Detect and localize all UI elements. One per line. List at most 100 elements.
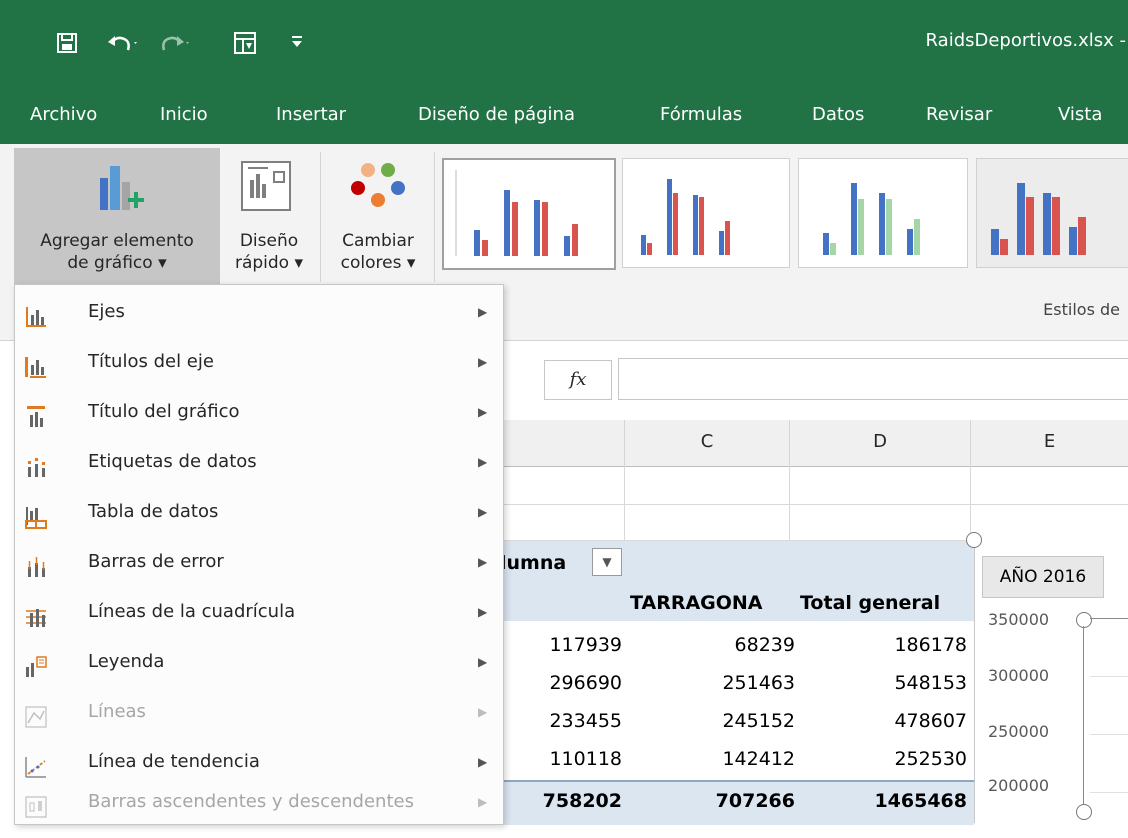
trendline-icon bbox=[24, 750, 48, 778]
tab-diseno-de-pagina[interactable]: Diseño de página bbox=[418, 104, 575, 125]
pivot-cell[interactable]: 296690 bbox=[500, 672, 622, 694]
chart-style-2[interactable] bbox=[622, 158, 790, 268]
error-bars-icon bbox=[24, 550, 48, 577]
plot-area-border bbox=[1083, 626, 1084, 804]
menu-item-etiquetas-de-datos[interactable]: Etiquetas de datos ▶ bbox=[18, 438, 502, 486]
plot-area-handle[interactable] bbox=[1076, 804, 1092, 820]
quick-layout-label-line1: Diseño bbox=[239, 231, 299, 251]
y-axis-tick: 250000 bbox=[988, 722, 1050, 741]
change-colors-button[interactable]: Cambiar colores ▾ bbox=[326, 148, 430, 284]
pivot-cell[interactable]: 110118 bbox=[500, 748, 622, 770]
column-header-d[interactable]: D bbox=[790, 420, 971, 467]
legend-icon bbox=[24, 650, 48, 677]
pivot-cell[interactable]: 68239 bbox=[625, 634, 795, 656]
pivot-cell[interactable]: 252530 bbox=[795, 748, 967, 770]
submenu-arrow-icon: ▶ bbox=[478, 705, 488, 719]
grid-col-line bbox=[789, 466, 790, 540]
menu-item-lineas: Líneas ▶ bbox=[18, 688, 502, 736]
form-icon[interactable] bbox=[234, 32, 256, 59]
add-chart-element-button[interactable]: Agregar elemento de gráfico ▾ bbox=[14, 148, 220, 284]
menu-item-label: Barras de error bbox=[88, 551, 224, 572]
submenu-arrow-icon: ▶ bbox=[478, 795, 488, 809]
grid-col-line bbox=[970, 466, 971, 540]
tab-formulas[interactable]: Fórmulas bbox=[660, 104, 742, 125]
menu-item-titulo-del-grafico[interactable]: Título del gráfico ▶ bbox=[18, 388, 502, 436]
y-axis-tick: 200000 bbox=[988, 776, 1050, 795]
y-axis-tick: 350000 bbox=[988, 610, 1050, 629]
save-icon[interactable] bbox=[56, 32, 78, 59]
menu-item-titulos-del-eje[interactable]: Títulos del eje ▶ bbox=[18, 338, 502, 386]
column-header-b[interactable] bbox=[500, 420, 625, 467]
tab-archivo[interactable]: Archivo bbox=[30, 104, 97, 125]
submenu-arrow-icon: ▶ bbox=[478, 455, 488, 469]
chart-gridline bbox=[1090, 676, 1128, 677]
redo-icon[interactable] bbox=[158, 32, 192, 59]
menu-item-leyenda[interactable]: Leyenda ▶ bbox=[18, 638, 502, 686]
tab-inicio[interactable]: Inicio bbox=[160, 104, 208, 125]
submenu-arrow-icon: ▶ bbox=[478, 405, 488, 419]
column-header-c[interactable]: C bbox=[625, 420, 790, 467]
up-down-bars-icon bbox=[24, 790, 48, 818]
menu-item-ejes[interactable]: Ejes ▶ bbox=[18, 288, 502, 336]
chart-gridline bbox=[1090, 734, 1128, 735]
tab-datos[interactable]: Datos bbox=[812, 104, 864, 125]
tab-vista[interactable]: Vista bbox=[1058, 104, 1102, 125]
menu-item-lineas-de-la-cuadricula[interactable]: Líneas de la cuadrícula ▶ bbox=[18, 588, 502, 636]
chart-title-icon bbox=[24, 400, 48, 427]
quick-layout-icon bbox=[224, 148, 314, 230]
pivot-cell[interactable]: 142412 bbox=[625, 748, 795, 770]
add-chart-element-icon bbox=[14, 148, 220, 230]
pivot-cell[interactable]: 117939 bbox=[500, 634, 622, 656]
pivot-total-cell[interactable]: 758202 bbox=[500, 790, 622, 812]
lines-icon bbox=[24, 700, 48, 728]
plot-area-handle[interactable] bbox=[1076, 612, 1092, 628]
pivot-cell[interactable]: 548153 bbox=[795, 672, 967, 694]
quick-layout-button[interactable]: Diseño rápido ▾ bbox=[224, 148, 314, 284]
submenu-arrow-icon: ▶ bbox=[478, 305, 488, 319]
pivot-cell[interactable]: 251463 bbox=[625, 672, 795, 694]
insert-function-button[interactable]: fx bbox=[544, 360, 612, 400]
tab-insertar[interactable]: Insertar bbox=[276, 104, 346, 125]
menu-item-label: Líneas bbox=[88, 701, 146, 722]
tab-revisar[interactable]: Revisar bbox=[926, 104, 992, 125]
chart-style-1[interactable] bbox=[442, 158, 616, 270]
menu-item-barras-de-error[interactable]: Barras de error ▶ bbox=[18, 538, 502, 586]
chart-styles-group-label: Estilos de bbox=[1043, 300, 1120, 319]
pivot-header-total: Total general bbox=[800, 592, 941, 614]
submenu-arrow-icon: ▶ bbox=[478, 655, 488, 669]
menu-item-tabla-de-datos[interactable]: Tabla de datos ▶ bbox=[18, 488, 502, 536]
pivot-cell[interactable]: 478607 bbox=[795, 710, 967, 732]
grid-col-line bbox=[624, 466, 625, 540]
pivot-total-cell[interactable]: 1465468 bbox=[795, 790, 967, 812]
chart-resize-handle[interactable] bbox=[966, 532, 982, 548]
pivot-cell[interactable]: 245152 bbox=[625, 710, 795, 732]
customize-qat-icon[interactable] bbox=[290, 32, 304, 56]
pivot-cell[interactable]: 186178 bbox=[795, 634, 967, 656]
axes-icon bbox=[24, 300, 48, 327]
submenu-arrow-icon: ▶ bbox=[478, 355, 488, 369]
pivot-cell[interactable]: 233455 bbox=[500, 710, 622, 732]
chart-gridline bbox=[1090, 792, 1128, 793]
undo-icon[interactable] bbox=[106, 32, 140, 59]
menu-item-label: Leyenda bbox=[88, 651, 165, 672]
quick-layout-label-line2: rápido ▾ bbox=[234, 253, 304, 273]
chart-style-3[interactable] bbox=[798, 158, 968, 268]
column-header-e[interactable]: E bbox=[971, 420, 1128, 467]
formula-input[interactable] bbox=[618, 358, 1128, 400]
pivot-column-label: lumna bbox=[500, 552, 567, 574]
chart-style-4[interactable] bbox=[976, 158, 1128, 268]
add-chart-element-label-line1: Agregar elemento bbox=[40, 231, 194, 251]
add-chart-element-label-line2: de gráfico ▾ bbox=[67, 253, 167, 273]
menu-item-label: Tabla de datos bbox=[88, 501, 219, 522]
submenu-arrow-icon: ▶ bbox=[478, 605, 488, 619]
pivot-total-cell[interactable]: 707266 bbox=[625, 790, 795, 812]
ribbon-tab-bar: Archivo Inicio Insertar Diseño de página… bbox=[0, 88, 1128, 144]
change-colors-label-line2: colores ▾ bbox=[340, 253, 416, 273]
data-labels-icon bbox=[24, 450, 48, 477]
menu-item-label: Título del gráfico bbox=[88, 401, 240, 422]
menu-item-label: Líneas de la cuadrícula bbox=[88, 601, 296, 622]
plot-area-border bbox=[1090, 618, 1128, 619]
menu-item-barras-ascendentes-y-descendentes: Barras ascendentes y descendentes ▶ bbox=[18, 778, 502, 826]
year-filter-button[interactable]: AÑO 2016 bbox=[982, 556, 1104, 598]
filter-dropdown-button[interactable]: ▼ bbox=[592, 548, 622, 576]
